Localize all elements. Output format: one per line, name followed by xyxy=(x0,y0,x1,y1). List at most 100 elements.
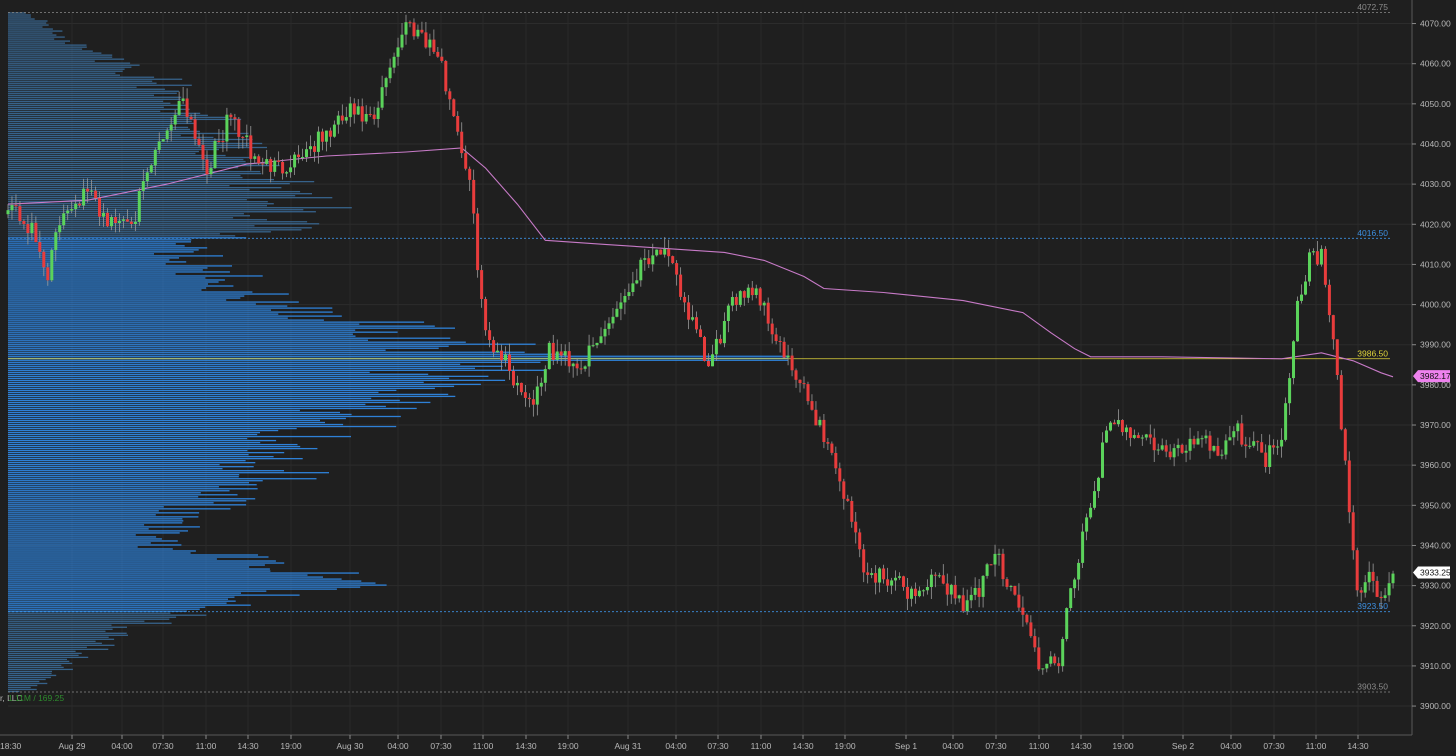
candle-up xyxy=(1041,668,1045,670)
volume-profile-bar xyxy=(8,686,31,689)
candle-down xyxy=(193,119,197,139)
volume-profile-bar xyxy=(8,191,301,193)
volume-profile-bar xyxy=(8,255,223,257)
candle-down xyxy=(444,61,448,92)
volume-profile-bar xyxy=(8,504,247,506)
volume-profile-bar xyxy=(8,548,173,550)
candle-up xyxy=(639,259,643,281)
volume-profile-bar xyxy=(8,684,38,687)
volume-profile-bar xyxy=(8,383,481,386)
candle-up xyxy=(993,553,997,565)
volume-profile-bar xyxy=(8,86,137,88)
candle-down xyxy=(750,287,754,296)
candle-up xyxy=(1124,427,1128,433)
volume-profile-bar xyxy=(8,439,277,442)
candle-down xyxy=(460,131,464,154)
volume-profile-bar xyxy=(8,146,267,149)
candle-down xyxy=(1264,452,1268,467)
volume-profile-bar xyxy=(8,207,352,209)
volume-profile-bar xyxy=(8,688,37,691)
volume-profile-bar xyxy=(8,407,417,410)
volume-profile-bar xyxy=(8,526,200,528)
x-tick-label: 11:00 xyxy=(1306,741,1327,751)
volume-profile-bar xyxy=(8,273,176,275)
candle-up xyxy=(1073,579,1077,589)
volume-profile-bar xyxy=(8,98,181,100)
volume-profile-bar xyxy=(8,66,132,68)
volume-profile-bar xyxy=(8,90,179,92)
volume-profile-bar xyxy=(8,363,461,365)
candle-up xyxy=(102,212,105,217)
y-tick-label: 4050.00 xyxy=(1420,99,1451,109)
candle-up xyxy=(1049,656,1053,664)
candle-down xyxy=(1371,571,1375,581)
volume-profile-bar xyxy=(8,429,279,432)
volume-profile-bar xyxy=(8,644,115,646)
candle-up xyxy=(894,577,897,581)
level-label-low: 3903.50 xyxy=(1357,682,1388,692)
candle-down xyxy=(1057,663,1061,667)
x-tick-label: 07:30 xyxy=(1263,741,1285,751)
candle-down xyxy=(1343,429,1347,461)
volume-profile-bar xyxy=(8,588,337,590)
candle-down xyxy=(432,39,436,52)
candle-down xyxy=(26,224,30,234)
volume-profile-bar xyxy=(8,560,276,562)
candle-up xyxy=(1116,420,1120,425)
candle-down xyxy=(806,384,810,402)
candle-up xyxy=(730,297,734,306)
volume-profile-bar xyxy=(8,331,398,333)
candle-down xyxy=(78,203,82,206)
volume-profile-bar xyxy=(8,18,35,20)
volume-profile-bar xyxy=(8,508,231,510)
candle-up xyxy=(870,573,874,575)
candle-up xyxy=(917,590,921,597)
volume-profile-bar xyxy=(8,265,232,267)
candle-down xyxy=(886,579,890,586)
candle-up xyxy=(396,47,400,57)
volume-profile-bar xyxy=(8,221,308,223)
candle-up xyxy=(535,386,539,405)
candle-down xyxy=(858,532,862,550)
volume-profile-bar xyxy=(8,670,52,673)
volume-profile-bar xyxy=(8,26,43,28)
candle-down xyxy=(1029,622,1033,637)
candle-up xyxy=(722,321,726,344)
volume-profile-bar xyxy=(8,628,113,630)
volume-profile-bar xyxy=(8,184,230,187)
candle-down xyxy=(221,141,225,143)
candle-up xyxy=(305,149,308,157)
candle-down xyxy=(559,351,563,356)
candle-up xyxy=(711,354,714,367)
candle-up xyxy=(376,107,380,119)
candle-down xyxy=(671,256,675,264)
volume-profile-bar xyxy=(8,460,246,462)
volume-profile-bar xyxy=(8,128,190,131)
candle-down xyxy=(1168,451,1172,458)
candle-up xyxy=(583,366,587,369)
candle-down xyxy=(810,401,814,410)
volume-profile-bar xyxy=(8,277,206,279)
price-chart[interactable]: 4072.75 4016.50 3986.50 3923.50 3903.50 4070… xyxy=(0,0,1456,756)
candle-down xyxy=(1152,437,1156,451)
volume-profile-bar xyxy=(8,203,274,205)
candle-down xyxy=(249,135,253,159)
volume-profile-bar xyxy=(8,243,176,245)
x-tick-label: 14:30 xyxy=(1070,741,1092,751)
volume-profile-bar xyxy=(8,88,165,90)
candle-up xyxy=(496,350,499,353)
candle-down xyxy=(1025,614,1029,623)
candle-up xyxy=(1176,444,1180,449)
candle-up xyxy=(555,351,559,360)
candle-up xyxy=(157,141,161,150)
candle-down xyxy=(1240,423,1244,445)
candle-up xyxy=(539,382,543,387)
volume-profile-bar xyxy=(8,578,342,580)
candle-up xyxy=(356,106,360,115)
volume-profile-bar xyxy=(8,347,439,349)
volume-profile-bar xyxy=(8,205,267,207)
volume-profile-bar xyxy=(8,556,269,558)
volume-profile-bar xyxy=(8,28,53,30)
candle-up xyxy=(332,124,336,137)
x-tick-label: 07:30 xyxy=(430,741,452,751)
